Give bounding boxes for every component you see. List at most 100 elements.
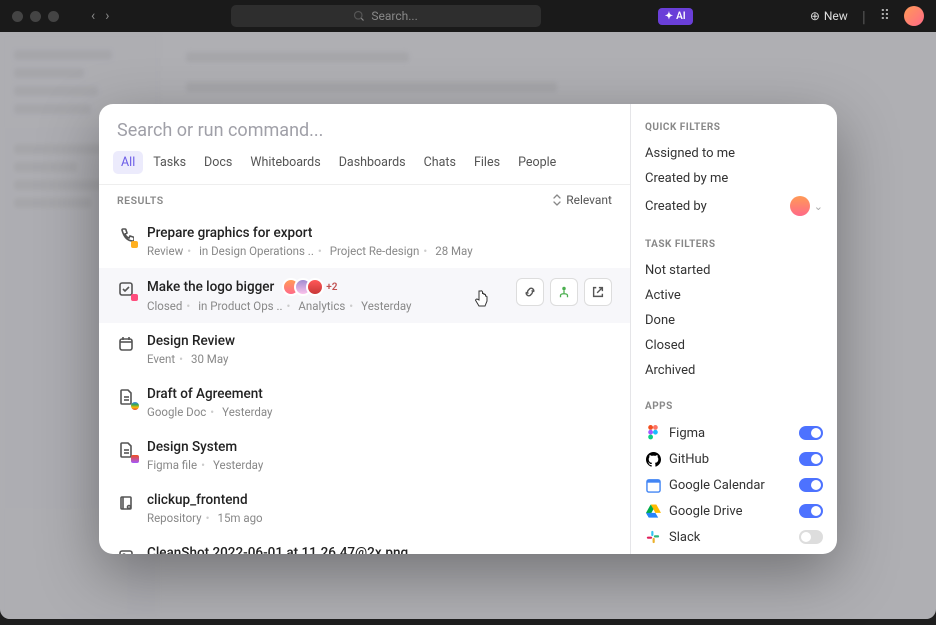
user-avatar[interactable] xyxy=(904,6,924,26)
phone-icon xyxy=(117,227,135,245)
slack-icon xyxy=(645,529,661,545)
quick-filters-title: QUICK FILTERS xyxy=(645,122,823,133)
status-indicator xyxy=(131,402,139,410)
app-integration-item: Google Calendar xyxy=(645,472,823,498)
filter-label: Done xyxy=(645,313,675,328)
tab-files[interactable]: Files xyxy=(466,151,508,174)
sort-label: Relevant xyxy=(566,193,612,207)
avatar xyxy=(306,278,324,296)
app-name: Slack xyxy=(669,530,791,545)
status-indicator xyxy=(131,455,139,463)
nav-back-icon[interactable]: ‹ xyxy=(87,8,99,24)
task-filter-item[interactable]: Archived xyxy=(645,358,823,383)
task-filter-item[interactable]: Closed xyxy=(645,333,823,358)
result-item[interactable]: Design Review Event30 May xyxy=(99,323,630,376)
task-filters-section: TASK FILTERS Not startedActiveDoneClosed… xyxy=(645,239,823,383)
result-title: Design Review xyxy=(147,333,235,349)
task-filter-item[interactable]: Done xyxy=(645,308,823,333)
result-meta: Repository15m ago xyxy=(147,511,612,525)
app-integration-item: Slack xyxy=(645,524,823,550)
github-icon xyxy=(645,451,661,467)
image-icon xyxy=(117,547,135,554)
command-search-input[interactable]: Search or run command... xyxy=(99,104,630,151)
ai-label: AI xyxy=(676,11,686,22)
search-icon xyxy=(353,10,365,22)
tab-dashboards[interactable]: Dashboards xyxy=(331,151,414,174)
maximize-dot[interactable] xyxy=(48,11,59,22)
result-meta: Closedin Product Ops ..AnalyticsYesterda… xyxy=(147,299,504,313)
open-new-tab-button[interactable] xyxy=(584,278,612,306)
google-drive-icon xyxy=(645,503,661,519)
command-palette-modal: Search or run command... AllTasksDocsWhi… xyxy=(99,104,837,554)
apps-grid-icon[interactable]: ⠿ xyxy=(880,8,890,24)
task-check-icon xyxy=(117,280,135,298)
minimize-dot[interactable] xyxy=(30,11,41,22)
result-meta: Event30 May xyxy=(147,352,612,366)
app-toggle[interactable] xyxy=(799,530,823,544)
tab-whiteboards[interactable]: Whiteboards xyxy=(242,151,328,174)
result-title: Make the logo bigger xyxy=(147,279,274,295)
app-toggle[interactable] xyxy=(799,426,823,440)
result-item[interactable]: Draft of AgreementGoogle DocYesterday xyxy=(99,376,630,429)
global-search[interactable]: Search... xyxy=(231,5,541,27)
task-filter-item[interactable]: Active xyxy=(645,283,823,308)
result-item[interactable]: CleanShot 2022-06-01 at 11.26.47@2x.pngI… xyxy=(99,535,630,554)
result-meta: Figma fileYesterday xyxy=(147,458,612,472)
figma-icon xyxy=(645,425,661,441)
doc-icon xyxy=(117,441,135,459)
command-palette-main: Search or run command... AllTasksDocsWhi… xyxy=(99,104,631,554)
task-filter-item[interactable]: Not started xyxy=(645,258,823,283)
result-item[interactable]: Design System Figma fileYesterday xyxy=(99,429,630,482)
result-title: Design System xyxy=(147,439,237,455)
result-title: Prepare graphics for export xyxy=(147,225,312,241)
result-item[interactable]: Prepare graphics for export Reviewin Desi… xyxy=(99,215,630,268)
copy-link-button[interactable] xyxy=(516,278,544,306)
quick-filter-item[interactable]: Created by me xyxy=(645,166,823,191)
subtask-button[interactable] xyxy=(550,278,578,306)
filter-tabs: AllTasksDocsWhiteboardsDashboardsChatsFi… xyxy=(99,151,630,184)
doc-icon xyxy=(117,388,135,406)
result-meta: Google DocYesterday xyxy=(147,405,612,419)
close-dot[interactable] xyxy=(12,11,23,22)
tab-all[interactable]: All xyxy=(113,151,143,174)
plus-icon: ⊕ xyxy=(810,9,820,23)
results-heading: RESULTS xyxy=(117,194,164,207)
tab-tasks[interactable]: Tasks xyxy=(145,151,194,174)
result-item[interactable]: Make the logo bigger +2 Closedin Product O… xyxy=(99,268,630,323)
calendar-icon xyxy=(117,335,135,353)
app-toggle[interactable] xyxy=(799,478,823,492)
quick-filter-item[interactable]: Created by⌄ xyxy=(645,191,823,221)
ai-button[interactable]: ✦ AI xyxy=(658,8,693,25)
result-meta: Reviewin Design Operations ..Project Re-… xyxy=(147,244,612,258)
status-indicator xyxy=(131,294,138,301)
quick-filter-item[interactable]: Assigned to me xyxy=(645,141,823,166)
app-integration-item: GitHub xyxy=(645,446,823,472)
result-title: clickup_frontend xyxy=(147,492,248,508)
sort-dropdown[interactable]: Relevant xyxy=(552,193,612,207)
traffic-lights xyxy=(12,11,59,22)
avatar-overflow: +2 xyxy=(326,282,337,293)
tab-chats[interactable]: Chats xyxy=(416,151,464,174)
avatar xyxy=(790,196,810,216)
tab-docs[interactable]: Docs xyxy=(196,151,240,174)
filter-label: Assigned to me xyxy=(645,146,735,161)
tab-people[interactable]: People xyxy=(510,151,564,174)
filter-label: Created by xyxy=(645,199,707,214)
new-button[interactable]: ⊕ New xyxy=(810,9,848,23)
app-name: Google Calendar xyxy=(669,478,791,493)
filter-label: Archived xyxy=(645,363,695,378)
app-name: Figma xyxy=(669,426,791,441)
app-toggle[interactable] xyxy=(799,504,823,518)
app-integration-item: Figma xyxy=(645,420,823,446)
command-palette-sidebar: QUICK FILTERS Assigned to me Created by m… xyxy=(631,104,837,554)
google-calendar-icon xyxy=(645,477,661,493)
app-toggle[interactable] xyxy=(799,452,823,466)
filter-label: Closed xyxy=(645,338,685,353)
result-item[interactable]: clickup_frontend Repository15m ago xyxy=(99,482,630,535)
status-indicator xyxy=(131,241,138,248)
nav-forward-icon[interactable]: › xyxy=(101,8,113,24)
window-top-bar: ‹ › Search... ✦ AI ⊕ New | ⠿ xyxy=(0,0,936,32)
result-title: CleanShot 2022-06-01 at 11.26.47@2x.png xyxy=(147,545,408,554)
assignee-avatars: +2 xyxy=(282,278,337,296)
apps-section: APPS FigmaGitHubGoogle CalendarGoogle Dr… xyxy=(645,401,823,550)
